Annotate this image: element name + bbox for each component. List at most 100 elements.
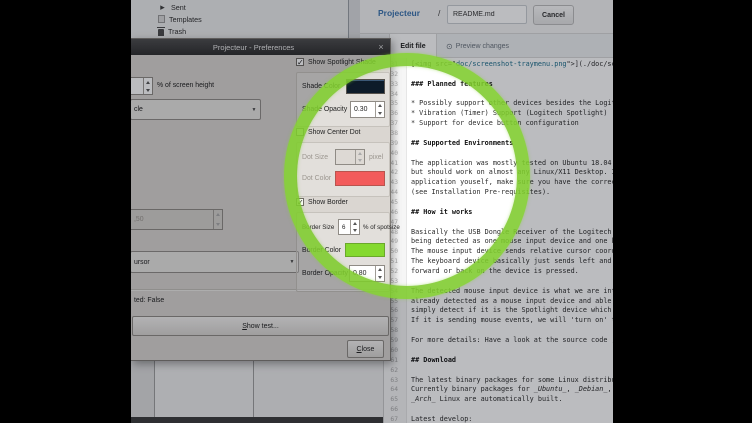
cursor-value: ursor — [131, 259, 286, 266]
show-spotlight-shade-checkbox[interactable]: Show Spotlight Shade — [296, 58, 376, 66]
code-line: 45 — [384, 198, 613, 208]
code-lines: 31[<img src="doc/screenshot-traymenu.png… — [384, 60, 613, 423]
line-number: 63 — [384, 376, 398, 386]
pane-middle — [155, 361, 254, 423]
dialog-close-icon[interactable]: × — [375, 41, 387, 53]
tab-preview-changes[interactable]: ⊙ Preview changes — [446, 34, 509, 58]
code-line: 64Currently binary packages for _Ubuntu_… — [384, 385, 613, 395]
dot-size-suffix-label: pixel — [369, 154, 383, 161]
chevron-down-icon: ▼ — [248, 107, 260, 113]
thunderbird-folder-pane: Sent Templates Trash — [131, 0, 349, 38]
show-center-dot-checkbox[interactable]: Show Center Dot — [296, 128, 360, 136]
code-line: 37* Support for device button configurat… — [384, 119, 613, 129]
show-test-button[interactable]: Show test... — [132, 316, 389, 336]
border-color-swatch[interactable] — [345, 243, 385, 257]
code-line: 43application youself, make sure you hav… — [384, 178, 613, 188]
border-opacity-label: Border Opacity — [302, 270, 349, 277]
connection-status-text: ted: False — [134, 297, 164, 304]
thunderbird-pane-strip — [349, 0, 360, 38]
folder-item-sent[interactable]: Sent — [158, 1, 186, 13]
code-line: 52forward or back on the device is press… — [384, 267, 613, 277]
code-line: 61## Download — [384, 356, 613, 366]
folder-label: Trash — [168, 27, 186, 36]
spot-size-suffix-label: % of screen height — [157, 82, 214, 89]
spot-size-spinbox[interactable] — [131, 77, 153, 95]
cancel-button[interactable]: Cancel — [533, 5, 574, 25]
trash-icon — [158, 29, 164, 36]
code-line: 63The latest binary packages for some Li… — [384, 376, 613, 386]
code-line: 33### Planned features — [384, 80, 613, 90]
tab-edit-file[interactable]: Edit file — [389, 34, 437, 59]
border-size-suffix-label: % of spotsize — [363, 224, 400, 231]
thunderbird-status-bar — [131, 417, 383, 423]
line-number: 66 — [384, 405, 398, 415]
folder-item-templates[interactable]: Templates — [158, 13, 202, 25]
shade-color-swatch[interactable] — [346, 79, 385, 94]
checkbox-unchecked-icon — [296, 128, 304, 136]
code-line: 58 — [384, 326, 613, 336]
show-spotlight-shade-label: Show Spotlight Shade — [308, 59, 376, 66]
code-line: 31[<img src="doc/screenshot-traymenu.png… — [384, 60, 613, 70]
checkbox-checked-icon — [296, 58, 304, 66]
dot-size-spinbox — [335, 149, 365, 165]
dialog-title: Projecteur - Preferences — [213, 43, 294, 52]
shade-opacity-value: 0.30 — [351, 106, 375, 113]
line-number: 67 — [384, 415, 398, 423]
cursor-combobox[interactable]: ursor ▼ — [131, 251, 299, 273]
screen-content: Sent Templates Trash Projecteur / Cancel E… — [131, 0, 613, 423]
code-line: 59For more details: Have a look at the s… — [384, 336, 613, 346]
disabled-spinbox-value: ,50 — [131, 216, 213, 223]
folder-item-trash[interactable]: Trash — [158, 25, 186, 37]
code-line: 66 — [384, 405, 613, 415]
code-line: 41The application was mostly tested on U… — [384, 159, 613, 169]
code-line: 57If it is sending mouse events, we will… — [384, 316, 613, 326]
line-number: 64 — [384, 385, 398, 395]
code-line: 46## How it works — [384, 208, 613, 218]
code-line: 47 — [384, 218, 613, 228]
code-line: 50The mouse input device sends relative … — [384, 247, 613, 257]
dialog-title-bar[interactable]: Projecteur - Preferences × — [131, 39, 390, 55]
tab-preview-label: Preview changes — [456, 43, 509, 50]
border-size-spinbox[interactable]: 6 — [338, 219, 360, 235]
code-line: 54The detected mouse input device is wha… — [384, 287, 613, 297]
code-line: 32 — [384, 70, 613, 80]
border-groupbox: Border Size 6 % of spotsize Border Color… — [296, 212, 390, 292]
center-dot-groupbox: Dot Size pixel Dot Color — [296, 142, 390, 197]
template-icon — [158, 15, 165, 23]
pane-right — [254, 361, 383, 423]
code-line: 35* Possibly support other devices besid… — [384, 99, 613, 109]
show-border-checkbox[interactable]: Show Border — [296, 198, 348, 206]
shade-color-label: Shade Color — [302, 83, 346, 90]
line-number: 65 — [384, 395, 398, 405]
pane-left — [131, 361, 155, 423]
filename-input[interactable] — [447, 5, 527, 24]
dot-color-swatch — [335, 171, 385, 186]
show-border-label: Show Border — [308, 199, 348, 206]
dot-size-label: Dot Size — [302, 154, 335, 161]
code-editor[interactable]: 31[<img src="doc/screenshot-traymenu.png… — [383, 58, 613, 423]
folder-label: Templates — [169, 15, 202, 24]
code-line: 67Latest develop: — [384, 415, 613, 423]
code-line: 48Basically the USB Dongle Receiver of t… — [384, 228, 613, 238]
eye-icon: ⊙ — [446, 42, 453, 51]
border-opacity-spinbox[interactable]: 0,80 — [349, 265, 385, 282]
border-color-label: Border Color — [302, 247, 345, 254]
editor-tab-bar: Edit file ⊙ Preview changes — [360, 33, 613, 58]
tab-edit-file-label: Edit file — [400, 43, 425, 50]
close-button[interactable]: Close — [347, 340, 384, 358]
code-line: 56simply detect if it is the Spotlight d… — [384, 306, 613, 316]
code-line: 36* Vibration (Timer) Support (Logitech … — [384, 109, 613, 119]
border-size-value: 6 — [339, 224, 350, 231]
thunderbird-bottom-panes — [131, 361, 383, 423]
repo-link[interactable]: Projecteur — [378, 8, 420, 18]
shade-opacity-spinbox[interactable]: 0.30 — [350, 101, 385, 118]
code-line: 55already detected as a mouse input devi… — [384, 297, 613, 307]
code-line: 39## Supported Environments — [384, 139, 613, 149]
spot-shape-combobox[interactable]: cle ▼ — [131, 99, 261, 120]
spot-shape-value: cle — [131, 106, 248, 113]
show-center-dot-label: Show Center Dot — [308, 129, 360, 136]
github-header: Projecteur / Cancel — [360, 0, 613, 33]
dot-color-label: Dot Color — [302, 175, 335, 182]
disabled-spinbox: ,50 — [131, 209, 223, 230]
line-number: 62 — [384, 366, 398, 376]
